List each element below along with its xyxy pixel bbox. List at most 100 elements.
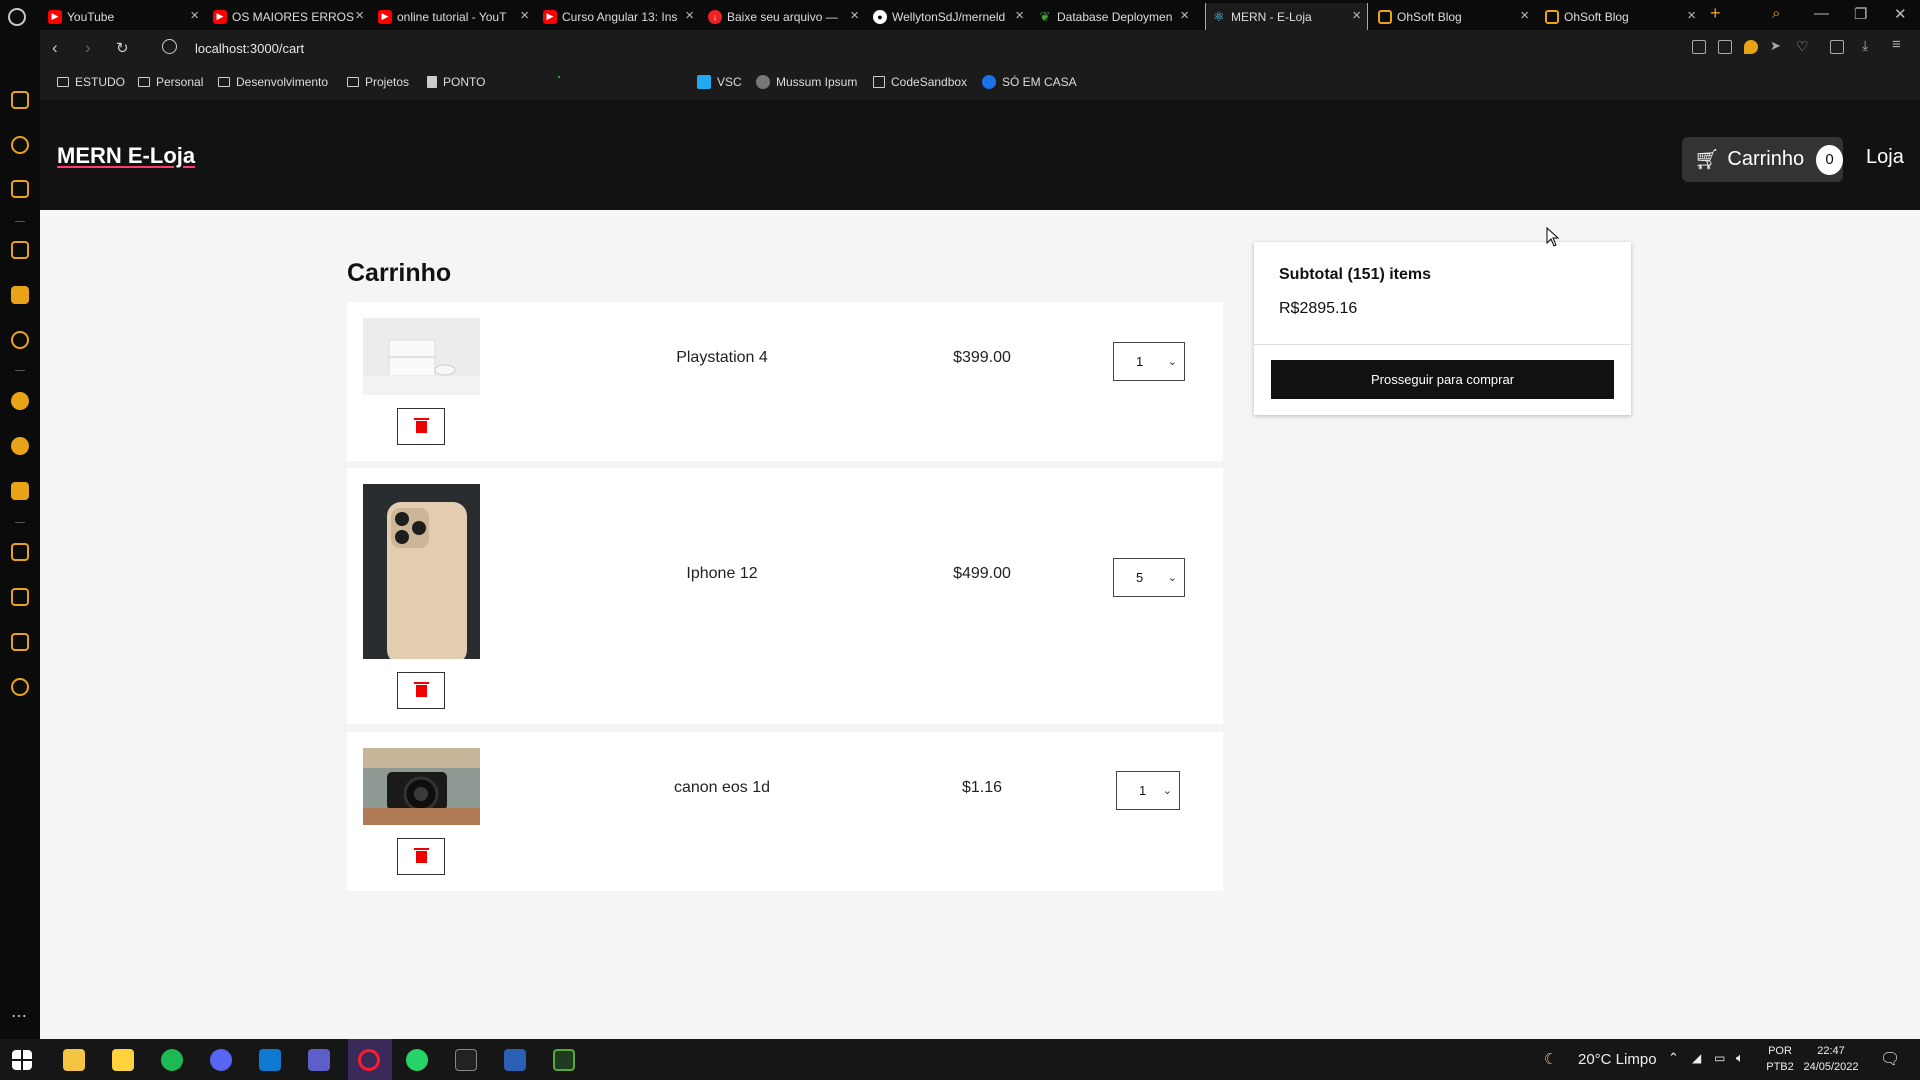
menu-icon[interactable]: ≡	[1892, 36, 1906, 53]
more-icon[interactable]: ⋯	[11, 1006, 27, 1026]
quantity-select[interactable]: 5 ⌄	[1113, 558, 1185, 597]
tab-download[interactable]: ↓ Baixe seu arquivo — ×	[702, 3, 865, 30]
quantity-select[interactable]: 1 ⌄	[1116, 771, 1180, 810]
whatsapp-icon[interactable]	[11, 392, 29, 410]
tab-youtube[interactable]: ▶ YouTube ×	[42, 3, 205, 30]
close-icon[interactable]: ×	[850, 8, 859, 23]
url-field[interactable]: localhost:3000/cart	[195, 41, 304, 56]
adblock-shield-icon[interactable]	[1744, 40, 1758, 54]
instagram-icon[interactable]	[11, 482, 29, 500]
tray-chevron-up-icon[interactable]: ⌃	[1668, 1050, 1679, 1066]
tab-youtube-4[interactable]: ▶ Curso Angular 13: Ins ×	[537, 3, 700, 30]
opera-gx-icon[interactable]	[358, 1049, 380, 1071]
sticky-notes-icon[interactable]	[112, 1049, 134, 1071]
forward-icon[interactable]: ›	[85, 38, 91, 58]
clock-time[interactable]: 22:47	[1800, 1045, 1862, 1057]
opera-logo-icon[interactable]	[8, 8, 26, 26]
settings-gear-icon[interactable]	[11, 678, 29, 696]
tab-youtube-2[interactable]: ▶ OS MAIORES ERROS ×	[207, 3, 370, 30]
app-logo[interactable]: MERN E-Loja	[57, 143, 195, 169]
reload-icon[interactable]: ↻	[116, 39, 129, 57]
item-name[interactable]: canon eos 1d	[647, 779, 797, 797]
book-icon[interactable]	[11, 286, 29, 304]
cube-icon[interactable]	[11, 633, 29, 651]
vscode-icon[interactable]	[259, 1049, 281, 1071]
new-tab-plus-icon[interactable]: +	[1710, 3, 1721, 24]
file-explorer-icon[interactable]	[63, 1049, 85, 1071]
delete-item-button[interactable]	[397, 838, 445, 875]
teams-icon[interactable]	[308, 1049, 330, 1071]
telegram-icon[interactable]	[11, 437, 29, 455]
download-icon[interactable]: ⤓	[1862, 37, 1876, 53]
bookmark-codesandbox[interactable]: CodeSandbox	[873, 75, 967, 89]
weather-text[interactable]: 20°C Limpo	[1578, 1051, 1657, 1068]
network-icon[interactable]: ◢	[1692, 1051, 1701, 1065]
skull-icon[interactable]	[11, 331, 29, 349]
item-name[interactable]: Iphone 12	[647, 565, 797, 583]
box-icon[interactable]	[1830, 40, 1844, 54]
windows-start-icon[interactable]	[12, 1050, 32, 1070]
download-icon[interactable]	[11, 588, 29, 606]
product-image-playstation[interactable]	[363, 318, 480, 395]
notifications-icon[interactable]: 🗨︎	[1880, 1049, 1900, 1069]
powershell-icon[interactable]	[504, 1049, 526, 1071]
keyboard-layout[interactable]: PTB2	[1762, 1061, 1798, 1073]
close-icon[interactable]: ×	[1520, 8, 1529, 23]
bookmark-ponto[interactable]: PONTO	[427, 75, 485, 89]
terminal-icon[interactable]	[558, 76, 560, 78]
quantity-select[interactable]: 1 ⌄	[1113, 342, 1185, 381]
gamepad-icon[interactable]	[11, 91, 29, 109]
epic-games-icon[interactable]	[455, 1049, 477, 1071]
bookmark-folder-projetos[interactable]: Projetos	[347, 75, 409, 89]
clock-date[interactable]: 24/05/2022	[1800, 1061, 1862, 1073]
close-icon[interactable]: ×	[355, 8, 364, 23]
tab-youtube-3[interactable]: ▶ online tutorial - YouT ×	[372, 3, 535, 30]
close-icon[interactable]: ×	[1687, 8, 1696, 23]
minimize-icon[interactable]: —	[1814, 5, 1829, 22]
edit-icon[interactable]	[1692, 40, 1706, 54]
tab-ohsoft-blog-2[interactable]: OhSoft Blog ×	[1539, 3, 1702, 30]
wallet-icon[interactable]	[11, 241, 29, 259]
product-image-iphone[interactable]	[363, 484, 480, 659]
tab-mongodb[interactable]: ❦ Database Deploymen ×	[1032, 3, 1195, 30]
close-window-icon[interactable]: ✕	[1894, 5, 1907, 23]
close-icon[interactable]: ×	[1015, 8, 1024, 23]
camera-icon[interactable]	[1718, 40, 1732, 54]
product-image-canon[interactable]	[363, 748, 480, 825]
close-icon[interactable]: ×	[1352, 8, 1361, 23]
bag-icon[interactable]	[11, 180, 29, 198]
spotify-icon[interactable]	[161, 1049, 183, 1071]
tab-github[interactable]: ● WellytonSdJ/merneld ×	[867, 3, 1030, 30]
tab-ohsoft-blog[interactable]: OhSoft Blog ×	[1372, 3, 1535, 30]
bookmark-folder-desenvolvimento[interactable]: Desenvolvimento	[218, 75, 328, 89]
restore-icon[interactable]: ❐	[1854, 5, 1867, 23]
bookmark-vsc[interactable]: VSC	[697, 75, 742, 89]
tabs-icon[interactable]	[11, 543, 29, 561]
bookmark-folder-estudo[interactable]: ESTUDO	[57, 75, 125, 89]
item-name[interactable]: Playstation 4	[647, 349, 797, 367]
heart-icon[interactable]: ♡	[1796, 38, 1810, 54]
send-icon[interactable]: ➤	[1770, 38, 1784, 53]
speed-dial-icon[interactable]	[11, 136, 29, 154]
bookmark-mussum-ipsum[interactable]: Mussum Ipsum	[756, 75, 857, 89]
discord-icon[interactable]	[210, 1049, 232, 1071]
battery-icon[interactable]: ▭	[1714, 1051, 1725, 1065]
terminal-app-icon[interactable]	[553, 1049, 575, 1071]
delete-item-button[interactable]	[397, 672, 445, 709]
search-tabs-icon[interactable]: ⌕	[1772, 5, 1780, 22]
close-icon[interactable]: ×	[520, 8, 529, 23]
bookmark-so-em-casa[interactable]: SÓ EM CASA	[982, 75, 1077, 89]
shop-nav-link[interactable]: Loja	[1866, 146, 1904, 169]
close-icon[interactable]: ×	[1180, 8, 1189, 23]
volume-icon[interactable]: 🔈︎	[1736, 1050, 1744, 1066]
bookmark-folder-personal[interactable]: Personal	[138, 75, 203, 89]
tab-mern-eloja[interactable]: ⚛ MERN - E-Loja ×	[1205, 3, 1368, 30]
delete-item-button[interactable]	[397, 408, 445, 445]
cart-nav-button[interactable]: 🛒︎ Carrinho 0	[1682, 137, 1843, 182]
close-icon[interactable]: ×	[685, 8, 694, 23]
back-icon[interactable]: ‹	[52, 38, 58, 58]
close-icon[interactable]: ×	[190, 8, 199, 23]
whatsapp-icon[interactable]	[406, 1049, 428, 1071]
checkout-button[interactable]: Prosseguir para comprar	[1271, 360, 1614, 399]
input-language[interactable]: POR	[1762, 1045, 1798, 1057]
